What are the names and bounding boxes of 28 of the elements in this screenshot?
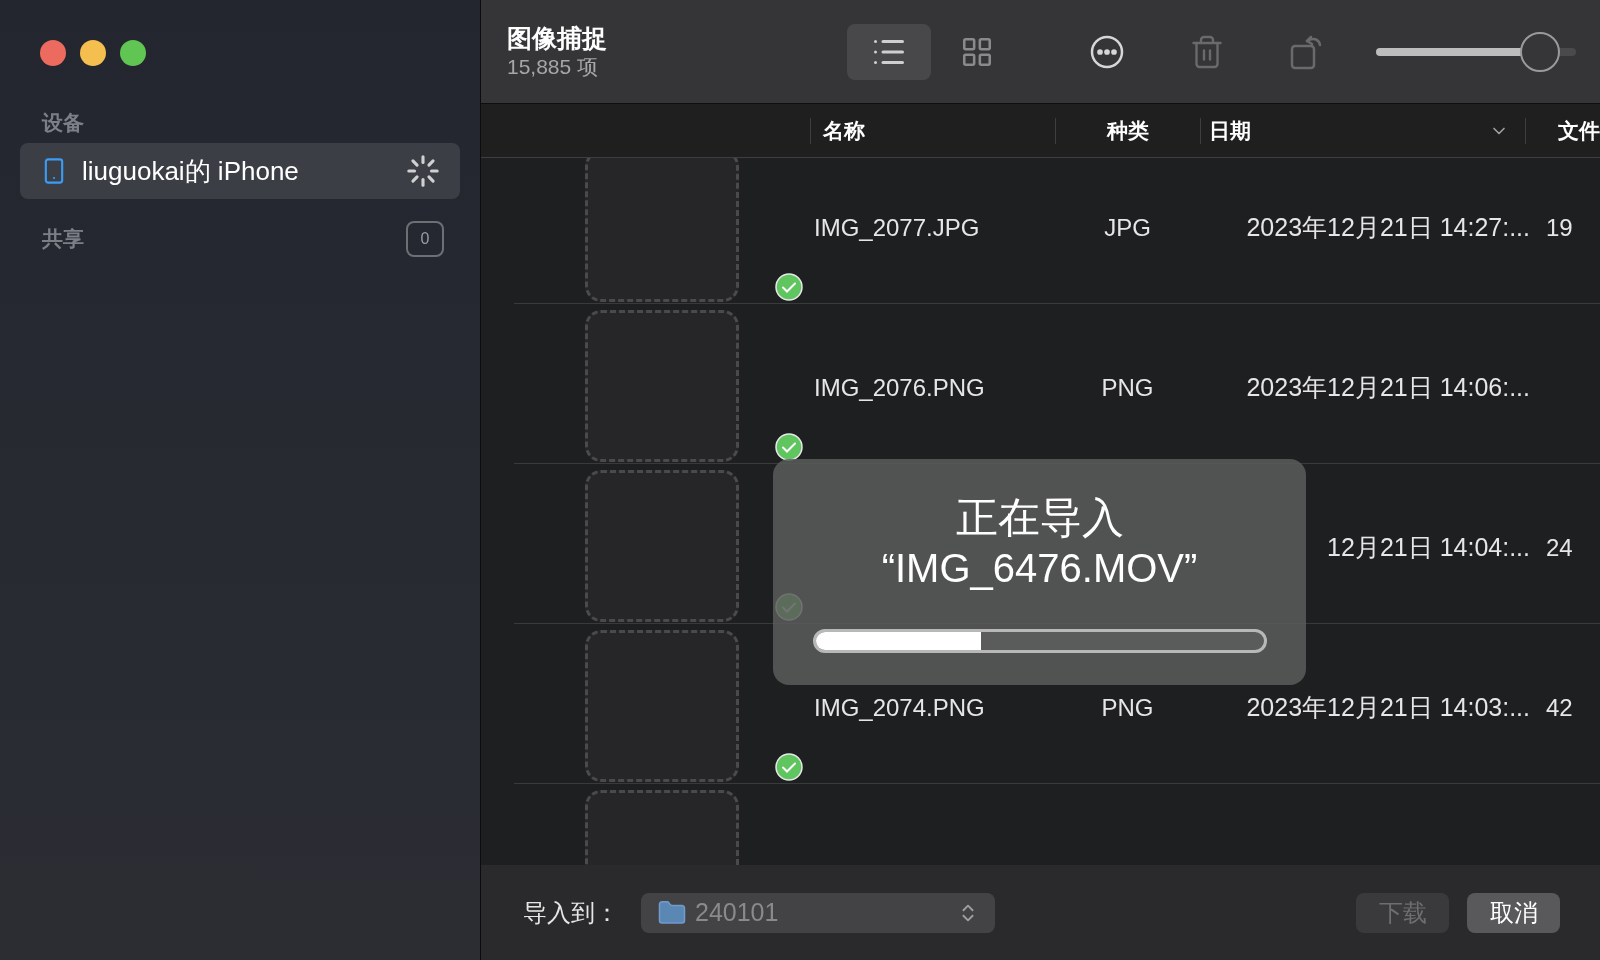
file-name: IMG_2076.PNG [814, 372, 985, 403]
file-size: 19 [1546, 212, 1573, 243]
dialog-title: 正在导入 [955, 493, 1124, 543]
column-header[interactable]: 文件 [1558, 114, 1600, 147]
import-to-label: 导入到： [523, 897, 619, 928]
column-header[interactable]: 种类 [1107, 114, 1149, 147]
sidebar-heading: 共享 [42, 226, 84, 253]
file-name: IMG_2074.PNG [814, 692, 985, 723]
dialog-button[interactable]: 取消 [1467, 892, 1560, 933]
count-badge: 0 [406, 221, 444, 257]
file-date: 2023年12月21日 14:06:... [1246, 371, 1530, 403]
file-size: 42 [1546, 692, 1573, 723]
dialog-file-name: “IMG_6476.MOV” [881, 545, 1198, 592]
device-name: liuguokai的 iPhone [82, 154, 300, 188]
file-type: PNG [1101, 692, 1154, 723]
file-date: 2023年12月21日 14:27:... [1246, 211, 1530, 243]
sidebar-heading: 设备 [42, 110, 84, 137]
column-header[interactable]: 日期 [1209, 114, 1251, 147]
window-title: 图像捕捉 [507, 22, 608, 54]
file-size: 24 [1546, 532, 1573, 563]
item-count: 15,885 项 [507, 54, 600, 80]
column-header[interactable]: 名称 [823, 114, 865, 147]
file-date: 12月21日 14:04:... [1327, 531, 1530, 563]
file-type: JPG [1104, 212, 1151, 243]
sidebar-item[interactable]: liuguokai的 iPhone [20, 143, 460, 199]
file-date: 2023年12月21日 14:03:... [1246, 691, 1530, 723]
file-type: PNG [1101, 372, 1154, 403]
file-name: IMG_2077.JPG [814, 212, 980, 243]
